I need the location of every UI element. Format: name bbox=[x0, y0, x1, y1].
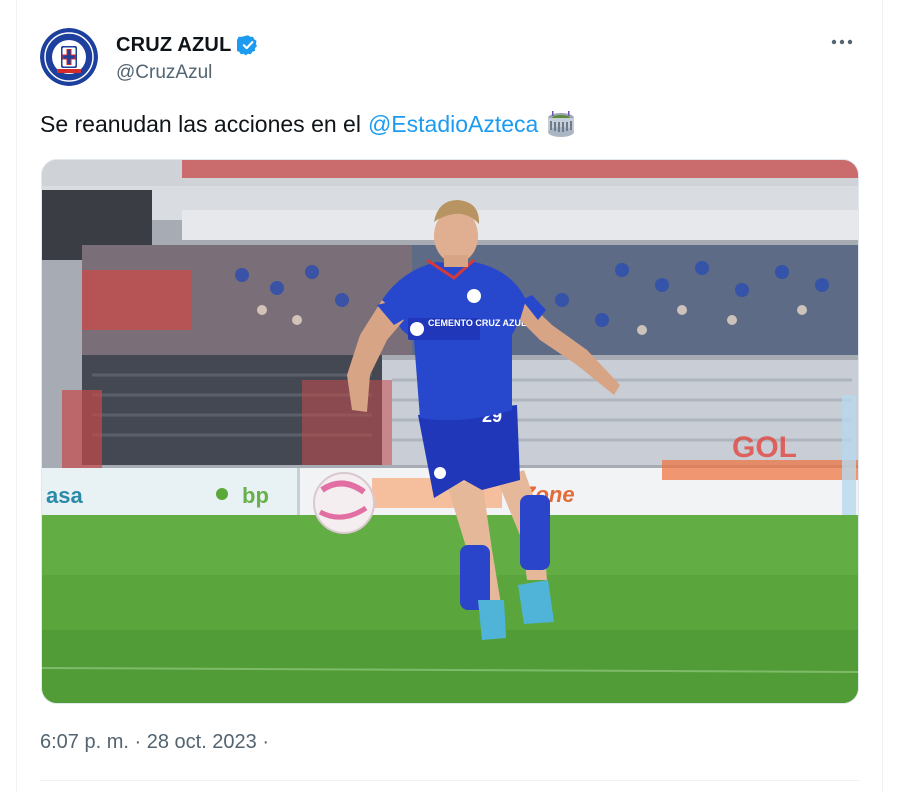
display-name[interactable]: CRUZ AZUL bbox=[116, 34, 231, 57]
tweet-text: Se reanudan las acciones en el @EstadioA… bbox=[40, 110, 576, 138]
avatar[interactable] bbox=[40, 28, 98, 86]
more-dots-icon bbox=[831, 39, 853, 45]
tweet-card: CRUZ AZUL @CruzAzul Se reanudan las acci… bbox=[17, 0, 882, 792]
stadium-icon bbox=[548, 111, 575, 137]
timestamp-link[interactable]: 6:07 p. m. · 28 oct. 2023 · bbox=[40, 731, 269, 753]
verified-badge-icon[interactable] bbox=[237, 34, 259, 56]
footer-divider bbox=[40, 780, 860, 781]
jersey-sponsor-text: CEMENTO CRUZ AZUL bbox=[428, 318, 527, 328]
soccer-player-photo: asa bp Zone GOL 29 CEMENTO CRUZ AZUL bbox=[42, 160, 858, 703]
display-name-row: CRUZ AZUL bbox=[116, 32, 259, 58]
mention-link[interactable]: @EstadioAzteca bbox=[368, 111, 538, 138]
tweet-header: CRUZ AZUL @CruzAzul bbox=[40, 28, 860, 88]
author-names: CRUZ AZUL @CruzAzul bbox=[116, 32, 259, 84]
frame-border-right bbox=[882, 0, 883, 792]
cruz-azul-crest-icon bbox=[40, 28, 98, 86]
board-text-gol: GOL bbox=[732, 431, 797, 464]
author-handle[interactable]: @CruzAzul bbox=[116, 62, 259, 84]
board-text-asa: asa bbox=[46, 483, 83, 508]
tweet-timestamp: 6:07 p. m. · 28 oct. 2023 · bbox=[40, 731, 269, 754]
board-text-bp: bp bbox=[242, 483, 269, 508]
more-options-button[interactable] bbox=[828, 30, 856, 54]
tweet-photo[interactable]: asa bp Zone GOL 29 CEMENTO CRUZ AZUL bbox=[41, 159, 859, 704]
tweet-text-body: Se reanudan las acciones en el bbox=[40, 110, 361, 137]
